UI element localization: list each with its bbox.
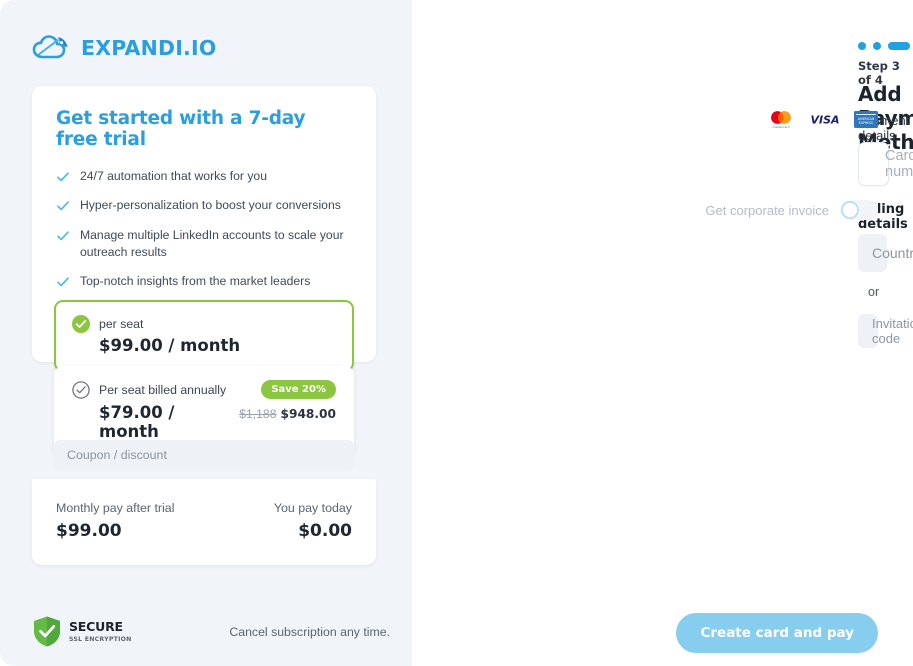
american-express-icon: AMERICAN EXPRESS — [854, 110, 878, 128]
toggle-knob — [841, 201, 859, 219]
step-dot-2 — [873, 42, 881, 50]
svg-text:EXPRESS: EXPRESS — [859, 120, 873, 124]
left-footer: SECURE SSL ENCRYPTION Cancel subscriptio… — [32, 615, 390, 648]
trial-title: Get started with a 7-day free trial — [56, 108, 306, 150]
payment-panel: Step 3 of 4 Add Payment Method Payment d… — [412, 0, 913, 666]
step-dot-3-active — [888, 42, 910, 50]
plan-head: per seat — [72, 315, 336, 333]
feature-label: 24/7 automation that works for you — [80, 169, 267, 183]
card-number-field[interactable]: Card number MM / YY CVC — [858, 142, 913, 186]
or-divider: or — [858, 285, 880, 299]
plan-option-monthly[interactable]: per seat $99.00 / month — [54, 300, 354, 372]
summary-labels-row: Monthly pay after trial You pay today — [56, 501, 352, 515]
plan-new-total: $948.00 — [280, 407, 336, 421]
left-summary-panel: EXPANDI.IO Get started with a 7-day free… — [0, 0, 412, 666]
create-card-and-pay-button[interactable]: Create card and pay — [676, 613, 878, 653]
cloud-rocket-icon — [32, 35, 68, 59]
checkout-page: EXPANDI.IO Get started with a 7-day free… — [0, 0, 913, 666]
mastercard-icon: mastercard — [766, 108, 796, 130]
corporate-invoice-row[interactable]: Get corporate invoice — [705, 200, 878, 220]
secure-text: SECURE SSL ENCRYPTION — [69, 620, 132, 642]
feature-label: Top-notch insights from the market leade… — [80, 274, 311, 289]
corporate-invoice-label: Get corporate invoice — [705, 202, 829, 218]
monthly-after-trial-amount: $99.00 — [56, 521, 122, 541]
feature-label: Manage multiple LinkedIn accounts to sca… — [80, 227, 344, 259]
accepted-card-brands: mastercard VISA AMERICAN EXPRESS — [766, 108, 878, 130]
pay-today-amount: $0.00 — [298, 521, 352, 541]
check-icon — [57, 201, 69, 211]
coupon-input[interactable]: Coupon / discount — [54, 440, 354, 470]
radio-checked-icon — [72, 315, 90, 333]
cancel-subscription-note: Cancel subscription any time. — [229, 624, 390, 639]
save-badge: Save 20% — [261, 380, 336, 399]
feature-item: 24/7 automation that works for you — [56, 168, 352, 185]
step-indicator — [858, 42, 913, 50]
plan-total-compare: $1,188 $948.00 — [239, 407, 336, 421]
check-icon — [57, 231, 69, 240]
summary-amounts-row: $99.00 $0.00 — [56, 515, 352, 541]
invitation-code-input[interactable]: Invitation code — [858, 314, 913, 348]
plan-bottom: $79.00 / month $1,188 $948.00 — [72, 403, 336, 441]
order-summary: Monthly pay after trial You pay today $9… — [32, 478, 376, 565]
plan-price: $79.00 / month — [99, 403, 175, 441]
country-placeholder: Country — [872, 245, 913, 261]
monthly-after-trial-label: Monthly pay after trial — [56, 501, 175, 515]
feature-item: Top-notch insights from the market leade… — [56, 273, 352, 290]
visa-icon: VISA — [810, 114, 839, 127]
secure-subtitle: SSL ENCRYPTION — [69, 635, 132, 643]
check-icon — [57, 172, 69, 182]
step-dot-1 — [858, 42, 866, 50]
brand-logo[interactable]: EXPANDI.IO — [32, 33, 216, 63]
secure-title: SECURE — [69, 619, 123, 635]
shield-check-icon — [34, 616, 60, 647]
corporate-invoice-toggle[interactable] — [840, 200, 878, 220]
plan-name: Per seat billed annually — [99, 382, 227, 397]
plan-head-left: Per seat billed annually — [72, 380, 227, 399]
plan-price: $99.00 / month — [99, 336, 241, 355]
feature-label: Hyper-personalization to boost your conv… — [80, 198, 341, 213]
plan-head: Per seat billed annually Save 20% — [72, 380, 336, 399]
radio-unchecked-icon — [72, 380, 90, 399]
feature-item: Hyper-personalization to boost your conv… — [56, 197, 352, 214]
country-select[interactable]: Country — [858, 234, 913, 272]
plan-old-total: $1,188 — [239, 407, 277, 421]
svg-text:mastercard: mastercard — [772, 125, 789, 129]
check-icon — [57, 277, 69, 287]
pay-today-label: You pay today — [273, 501, 352, 515]
secure-badge: SECURE SSL ENCRYPTION — [32, 615, 132, 648]
card-number-placeholder: Card number — [885, 148, 913, 180]
svg-text:VISA: VISA — [810, 114, 839, 127]
brand-wordmark: EXPANDI.IO — [81, 36, 217, 60]
plan-name: per seat — [99, 317, 144, 331]
or-label: or — [868, 285, 880, 299]
feature-item: Manage multiple LinkedIn accounts to sca… — [56, 227, 352, 262]
